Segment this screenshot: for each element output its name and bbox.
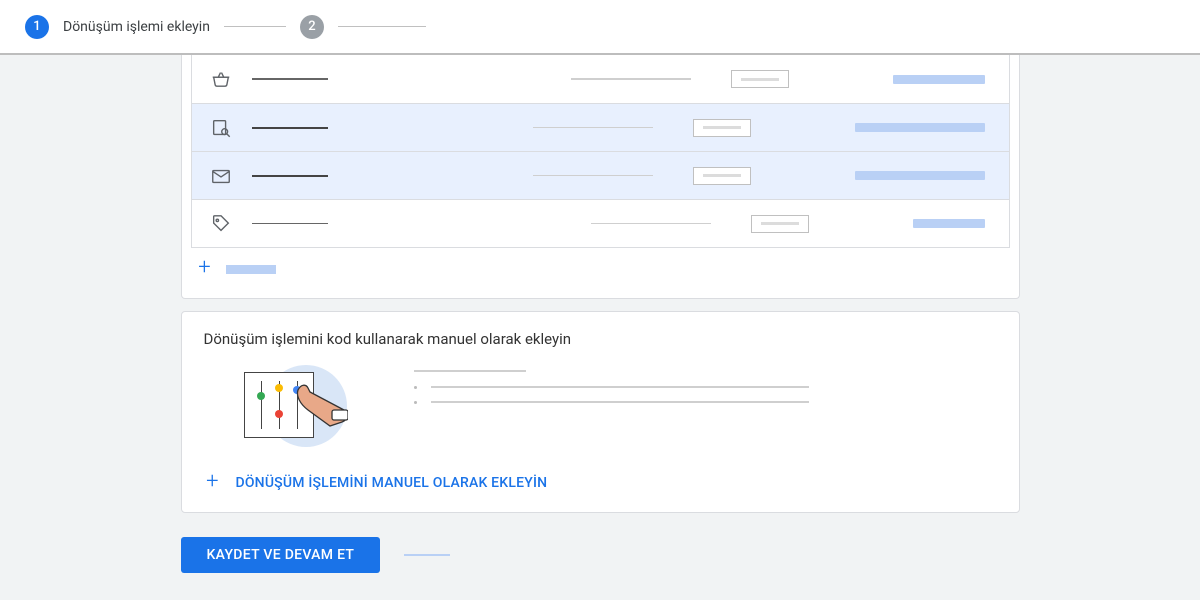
hand-icon: [296, 376, 348, 428]
row-mid-placeholder: [571, 78, 691, 80]
row-mid-placeholder: [533, 175, 653, 177]
add-row-button[interactable]: +: [182, 248, 1019, 298]
stepper-connector-1: [224, 26, 286, 27]
row-status: [855, 171, 985, 180]
step-1-label: Dönüşüm işlemi ekleyin: [63, 19, 210, 35]
sliders-illustration: [244, 368, 344, 444]
row-label-placeholder: [252, 78, 328, 80]
search-page-icon: [210, 117, 242, 139]
manual-card-body: [204, 368, 997, 444]
step-1-circle: 1: [25, 15, 49, 39]
plus-icon: +: [204, 474, 222, 492]
row-input[interactable]: [693, 119, 751, 137]
table-row[interactable]: [192, 199, 1009, 247]
row-mid-placeholder: [591, 223, 711, 225]
row-status: [913, 219, 985, 228]
step-1: 1 Dönüşüm işlemi ekleyin: [25, 15, 210, 39]
row-input[interactable]: [751, 215, 809, 233]
row-status: [893, 75, 985, 84]
plus-icon: +: [196, 260, 214, 278]
table-row[interactable]: [192, 151, 1009, 199]
conversion-list-card: +: [181, 55, 1020, 299]
save-continue-button[interactable]: KAYDET VE DEVAM ET: [181, 537, 381, 573]
row-input[interactable]: [693, 167, 751, 185]
stepper: 1 Dönüşüm işlemi ekleyin 2: [0, 0, 1200, 55]
add-row-label-placeholder: [226, 265, 276, 274]
row-label-placeholder: [252, 127, 328, 129]
stepper-connector-2: [338, 26, 426, 27]
row-label-placeholder: [252, 223, 328, 225]
table-row[interactable]: [192, 55, 1009, 103]
step-2: 2: [300, 15, 324, 39]
step-2-circle: 2: [300, 15, 324, 39]
add-manual-conversion-button[interactable]: + DÖNÜŞÜM İŞLEMİNİ MANUEL OLARAK EKLEYİN: [204, 474, 997, 512]
mail-icon: [210, 165, 242, 187]
conversion-rows: [191, 55, 1010, 248]
footer-actions: KAYDET VE DEVAM ET: [181, 537, 1020, 573]
add-manual-conversion-label: DÖNÜŞÜM İŞLEMİNİ MANUEL OLARAK EKLEYİN: [236, 475, 548, 491]
row-status: [855, 123, 985, 132]
manual-add-card: Dönüşüm işlemini kod kullanarak manuel o…: [181, 311, 1020, 513]
row-label-placeholder: [252, 175, 328, 177]
tag-icon: [210, 213, 242, 235]
manual-card-title: Dönüşüm işlemini kod kullanarak manuel o…: [204, 330, 997, 348]
table-row[interactable]: [192, 103, 1009, 151]
basket-icon: [210, 68, 242, 90]
row-input[interactable]: [731, 70, 789, 88]
row-mid-placeholder: [533, 127, 653, 129]
manual-card-description: [414, 368, 809, 416]
secondary-action-placeholder[interactable]: [404, 554, 450, 556]
